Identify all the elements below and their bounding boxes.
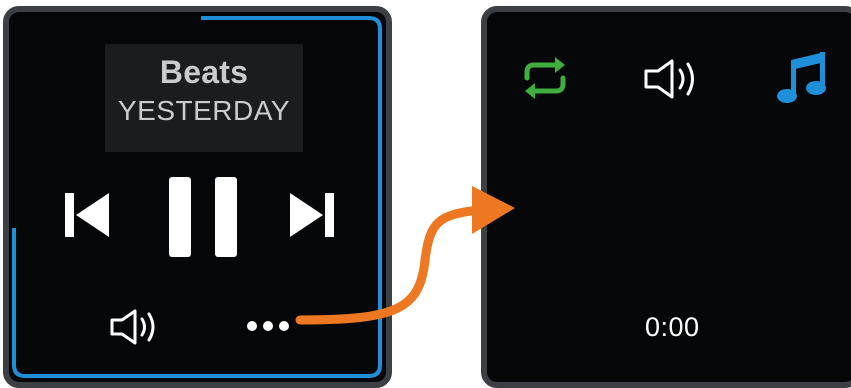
track-title: YESTERDAY (117, 95, 291, 126)
options-screen: 0:00 (481, 6, 851, 388)
pause-icon[interactable] (169, 177, 237, 257)
now-playing-screen: Beats YESTERDAY (3, 6, 392, 388)
repeat-icon[interactable] (517, 54, 573, 102)
volume-icon[interactable] (109, 308, 163, 346)
artist-name: Beats (159, 54, 249, 90)
previous-track-icon[interactable] (65, 192, 115, 238)
track-info: Beats YESTERDAY (105, 44, 303, 152)
more-options-icon[interactable] (246, 320, 290, 332)
next-track-icon[interactable] (290, 192, 340, 238)
volume-icon[interactable] (643, 58, 705, 100)
elapsed-time: 0:00 (645, 312, 700, 342)
music-note-icon[interactable] (775, 50, 831, 106)
